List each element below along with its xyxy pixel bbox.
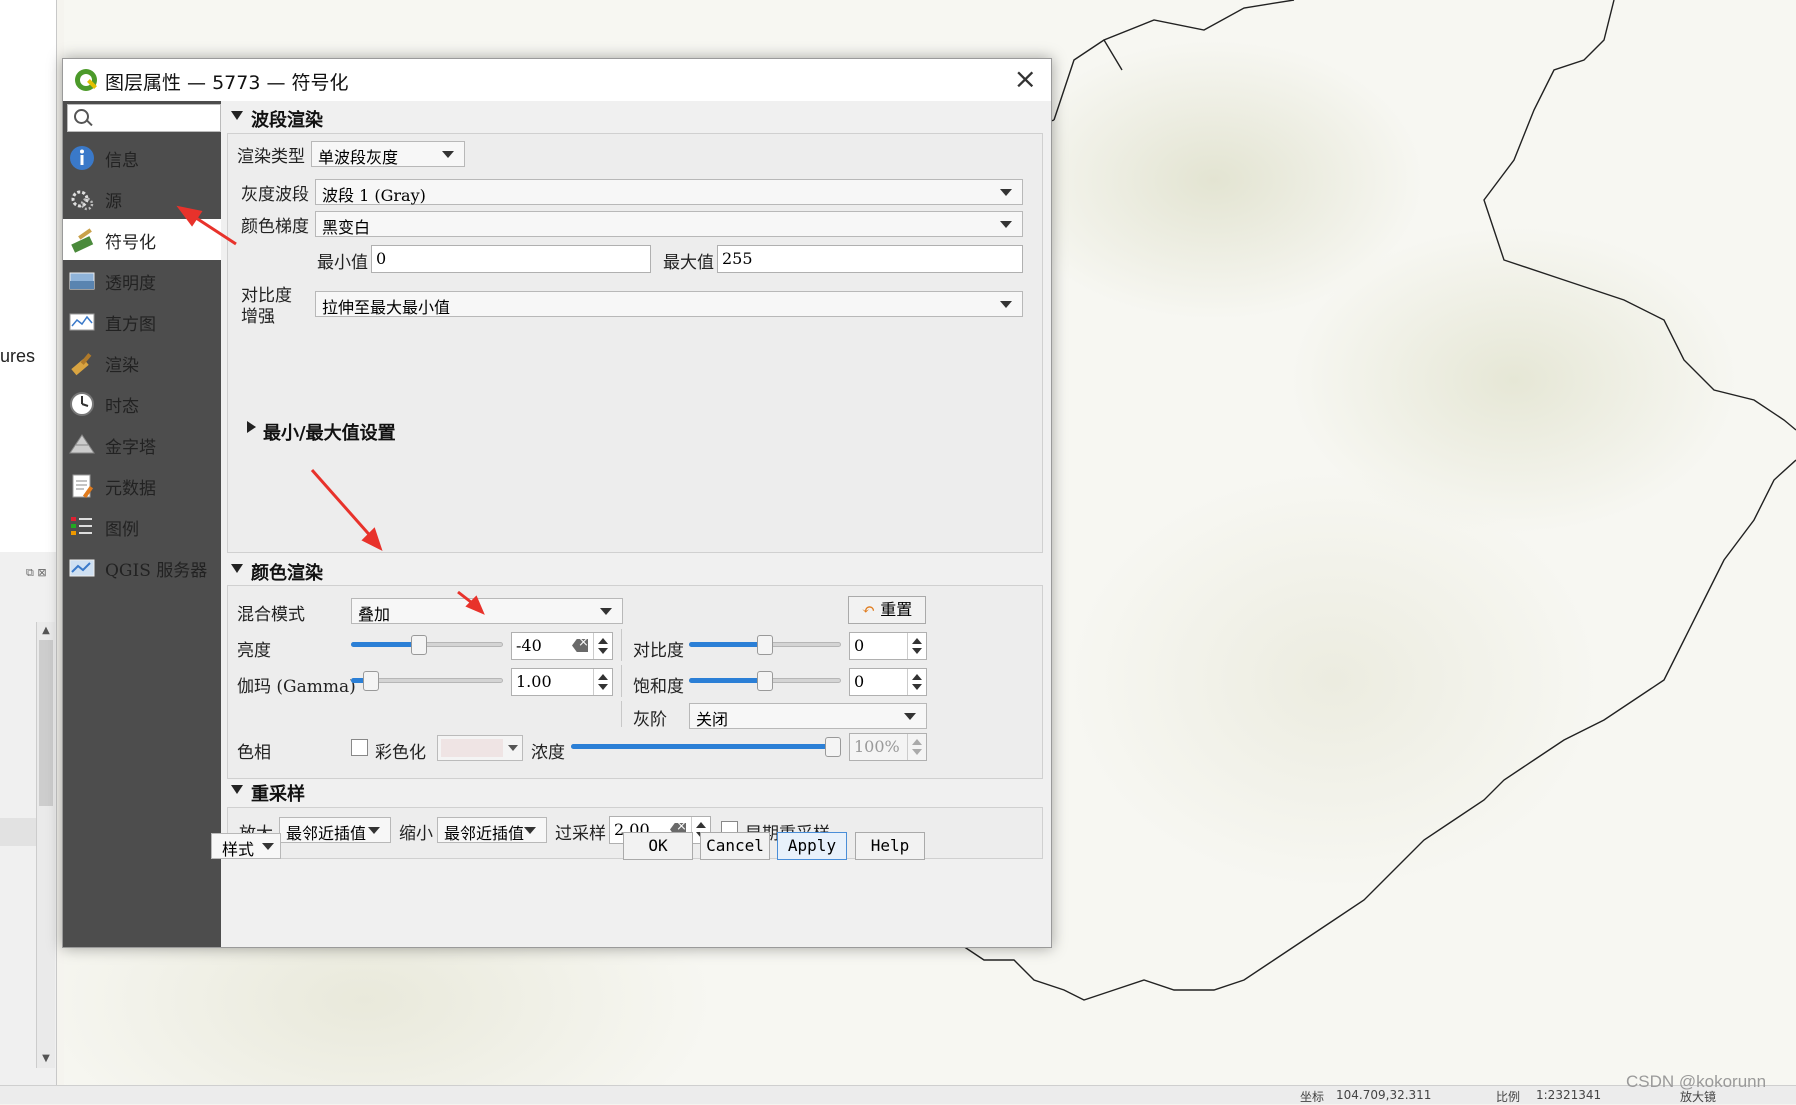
annotation-arrows	[176, 205, 485, 615]
annotation-arrow-icon	[176, 205, 485, 615]
